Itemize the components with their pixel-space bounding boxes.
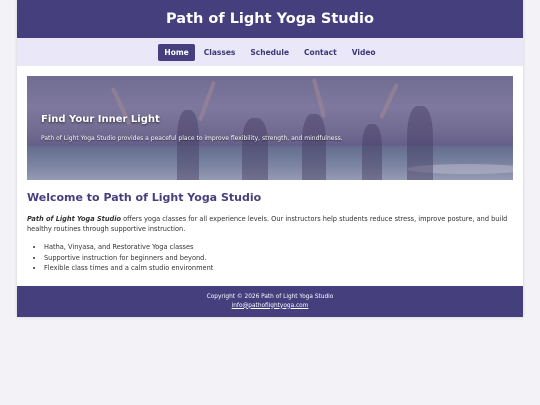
site-header: Path of Light Yoga Studio	[17, 0, 523, 38]
list-item: Supportive instruction for beginners and…	[44, 253, 513, 264]
intro-paragraph: Path of Light Yoga Studio offers yoga cl…	[27, 214, 513, 234]
footer-email-link[interactable]: info@pathoflightyoga.com	[232, 303, 309, 309]
hero-text: Find Your Inner Light Path of Light Yoga…	[41, 114, 503, 142]
list-item: Hatha, Vinyasa, and Restorative Yoga cla…	[44, 242, 513, 253]
main-nav: Home Classes Schedule Contact Video	[17, 38, 523, 66]
hero-heading: Find Your Inner Light	[41, 114, 160, 125]
nav-home[interactable]: Home	[158, 43, 195, 61]
list-item: Flexible class times and a calm studio e…	[44, 263, 513, 274]
page-container: Path of Light Yoga Studio Home Classes S…	[17, 0, 523, 317]
footer-copyright: Copyright © 2026 Path of Light Yoga Stud…	[206, 293, 334, 300]
site-title: Path of Light Yoga Studio	[166, 11, 374, 27]
site-footer: Copyright © 2026 Path of Light Yoga Stud…	[17, 285, 523, 317]
feature-list: Hatha, Vinyasa, and Restorative Yoga cla…	[27, 242, 513, 274]
nav-schedule[interactable]: Schedule	[244, 44, 295, 61]
nav-contact[interactable]: Contact	[298, 44, 343, 61]
hero-description: Path of Light Yoga Studio provides a pea…	[41, 135, 343, 142]
hero-banner: Find Your Inner Light Path of Light Yoga…	[27, 76, 513, 180]
welcome-heading: Welcome to Path of Light Yoga Studio	[27, 191, 262, 204]
intro-studio-name: Path of Light Yoga Studio	[27, 215, 122, 223]
nav-classes[interactable]: Classes	[198, 44, 242, 61]
nav-video[interactable]: Video	[346, 44, 382, 61]
main-content: Find Your Inner Light Path of Light Yoga…	[17, 66, 523, 286]
